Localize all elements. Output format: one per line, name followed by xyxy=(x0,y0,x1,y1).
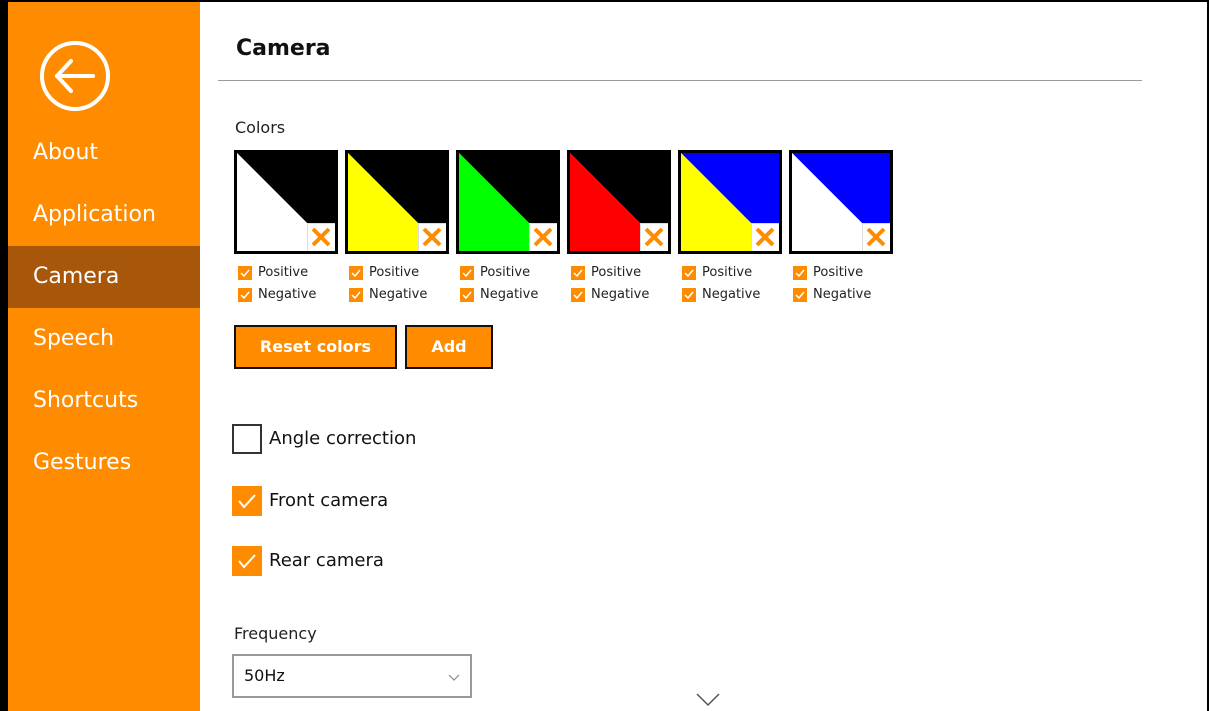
negative-label: Negative xyxy=(480,287,539,302)
check-icon xyxy=(462,291,472,300)
negative-label: Negative xyxy=(591,287,650,302)
positive-label: Positive xyxy=(369,265,420,280)
positive-label: Positive xyxy=(702,265,753,280)
check-icon xyxy=(240,291,250,300)
sidebar-item-about[interactable]: About xyxy=(8,122,200,184)
frequency-label: Frequency xyxy=(234,624,317,643)
positive-label: Positive xyxy=(480,265,531,280)
checkbox-box[interactable] xyxy=(682,266,696,280)
checkbox-box[interactable] xyxy=(793,266,807,280)
positive-label: Positive xyxy=(813,265,864,280)
chevron-down-icon xyxy=(448,674,460,681)
negative-label: Negative xyxy=(702,287,761,302)
checkbox-box[interactable] xyxy=(793,288,807,302)
window-frame-left xyxy=(0,0,8,711)
delete-swatch-button[interactable] xyxy=(307,223,335,251)
delete-swatch-button[interactable] xyxy=(529,223,557,251)
circle-arrow-left-icon xyxy=(40,41,110,111)
color-swatch[interactable] xyxy=(456,150,560,254)
check-icon xyxy=(351,291,361,300)
negative-label: Negative xyxy=(258,287,317,302)
delete-swatch-button[interactable] xyxy=(751,223,779,251)
check-icon xyxy=(573,291,583,300)
color-swatch[interactable] xyxy=(234,150,338,254)
reset-colors-button[interactable]: Reset colors xyxy=(234,325,397,369)
sidebar-item-camera[interactable]: Camera xyxy=(8,246,200,308)
sidebar-item-speech[interactable]: Speech xyxy=(8,308,200,370)
checkbox-box[interactable] xyxy=(571,266,585,280)
front-camera-label: Front camera xyxy=(269,490,389,511)
check-icon xyxy=(573,269,583,278)
checkbox-box[interactable] xyxy=(232,546,262,576)
add-color-button[interactable]: Add xyxy=(405,325,493,369)
checkbox-box[interactable] xyxy=(232,486,262,516)
color-swatch[interactable] xyxy=(678,150,782,254)
checkbox-box[interactable] xyxy=(349,288,363,302)
close-x-icon xyxy=(644,227,664,247)
scroll-down-chevron-icon[interactable] xyxy=(696,693,720,707)
close-x-icon xyxy=(422,227,442,247)
color-swatch[interactable] xyxy=(789,150,893,254)
checkbox-box[interactable] xyxy=(460,266,474,280)
delete-swatch-button[interactable] xyxy=(418,223,446,251)
negative-label: Negative xyxy=(369,287,428,302)
sidebar-item-gestures[interactable]: Gestures xyxy=(8,432,200,494)
frequency-select[interactable]: 50Hz xyxy=(232,654,472,698)
positive-label: Positive xyxy=(258,265,309,280)
color-swatch[interactable] xyxy=(567,150,671,254)
frequency-value: 50Hz xyxy=(244,666,285,685)
check-icon xyxy=(351,269,361,278)
close-x-icon xyxy=(866,227,886,247)
colors-label: Colors xyxy=(235,118,286,137)
delete-swatch-button[interactable] xyxy=(862,223,890,251)
checkbox-box[interactable] xyxy=(571,288,585,302)
page-title: Camera xyxy=(236,36,331,61)
checkbox-box[interactable] xyxy=(238,266,252,280)
check-icon xyxy=(240,269,250,278)
check-icon xyxy=(795,291,805,300)
checkbox-box[interactable] xyxy=(682,288,696,302)
checkbox-box[interactable] xyxy=(232,424,262,454)
check-icon xyxy=(684,269,694,278)
checkbox-box[interactable] xyxy=(238,288,252,302)
rear-camera-label: Rear camera xyxy=(269,550,384,571)
sidebar-item-application[interactable]: Application xyxy=(8,184,200,246)
back-button[interactable] xyxy=(38,39,112,113)
color-swatch[interactable] xyxy=(345,150,449,254)
close-x-icon xyxy=(755,227,775,247)
checkbox-box[interactable] xyxy=(460,288,474,302)
check-icon xyxy=(238,554,256,569)
checkbox-box[interactable] xyxy=(349,266,363,280)
close-x-icon xyxy=(311,227,331,247)
main-content: Camera Colors Positive Negative Positive Ne… xyxy=(200,2,1207,711)
angle-correction-label: Angle correction xyxy=(269,428,417,449)
delete-swatch-button[interactable] xyxy=(640,223,668,251)
sidebar: About Application Camera Speech Shortcut… xyxy=(8,2,200,711)
sidebar-item-shortcuts[interactable]: Shortcuts xyxy=(8,370,200,432)
positive-label: Positive xyxy=(591,265,642,280)
check-icon xyxy=(795,269,805,278)
check-icon xyxy=(462,269,472,278)
negative-label: Negative xyxy=(813,287,872,302)
check-icon xyxy=(684,291,694,300)
check-icon xyxy=(238,494,256,509)
title-divider xyxy=(218,80,1142,81)
close-x-icon xyxy=(533,227,553,247)
